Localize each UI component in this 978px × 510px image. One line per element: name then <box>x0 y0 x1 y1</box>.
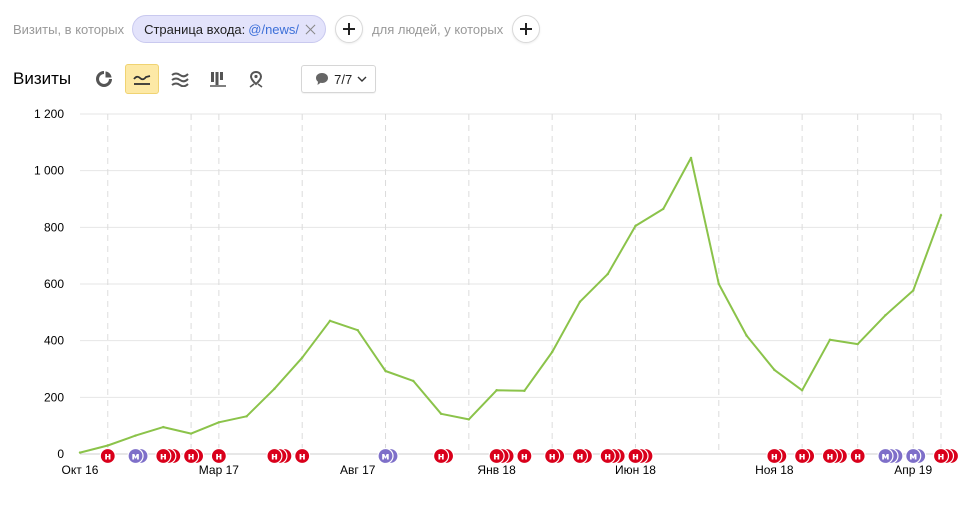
annotation-glyph: н <box>493 452 500 463</box>
y-tick-label: 1 200 <box>34 107 64 121</box>
chevron-down-icon <box>357 76 367 82</box>
add-user-condition-button[interactable] <box>512 15 541 43</box>
data-point <box>689 156 693 160</box>
data-point <box>189 432 193 435</box>
line-chart-button[interactable] <box>125 64 160 94</box>
data-point <box>273 387 276 391</box>
data-point <box>245 415 248 418</box>
pie-chart-icon <box>96 71 113 87</box>
close-icon[interactable] <box>305 24 316 35</box>
y-tick-label: 600 <box>44 277 64 291</box>
bar-chart-icon <box>210 72 227 87</box>
y-tick-label: 400 <box>44 334 64 348</box>
pie-chart-button[interactable] <box>87 64 121 94</box>
annotation-glyph: н <box>188 452 195 463</box>
y-tick-label: 800 <box>44 220 64 234</box>
stacked-area-icon <box>171 72 189 87</box>
filter-chip-value: @/news/ <box>248 21 300 37</box>
comment-icon <box>316 73 329 85</box>
filter-chip-label: Страница входа: <box>144 21 246 37</box>
annotation-glyph: н <box>604 452 611 463</box>
data-point <box>884 313 887 317</box>
add-visit-condition-button[interactable] <box>335 15 364 43</box>
annotation-glyph: н <box>854 452 861 463</box>
data-point <box>300 356 304 359</box>
x-tick-label: Авг 17 <box>340 463 376 477</box>
data-point <box>495 389 498 392</box>
data-point <box>717 282 721 286</box>
data-point <box>384 369 387 373</box>
annotation-glyph: н <box>104 452 111 463</box>
data-point <box>523 389 526 393</box>
data-point <box>856 342 859 346</box>
data-point <box>467 418 471 421</box>
x-tick-label: Мар 17 <box>199 463 239 477</box>
x-tick-label: Апр 19 <box>894 463 932 477</box>
y-tick-label: 0 <box>57 447 64 461</box>
annotation-glyph: н <box>299 452 306 463</box>
data-point <box>939 213 943 217</box>
data-point <box>662 207 665 211</box>
annotation-glyph: н <box>271 452 278 463</box>
chart-toolbar: Визиты 7/7 <box>13 64 377 94</box>
data-point <box>773 368 776 372</box>
data-point <box>745 334 748 337</box>
data-point <box>217 421 221 424</box>
annotation-glyph: н <box>826 452 833 463</box>
annotation-glyph: н <box>632 452 639 463</box>
annotation-glyph: н <box>799 452 806 463</box>
annotations-filter-dropdown[interactable]: 7/7 <box>301 65 377 93</box>
data-point <box>356 328 359 332</box>
map-button[interactable] <box>239 64 273 94</box>
data-point <box>912 289 915 292</box>
annotation-glyph: м <box>881 452 889 463</box>
series-line <box>79 156 942 454</box>
entry-page-filter-chip[interactable]: Страница входа: @/news/ <box>132 15 327 43</box>
data-point <box>134 434 137 437</box>
filter-prefix-text: Визиты, в которых <box>13 21 125 37</box>
x-tick-label: Янв 18 <box>477 463 516 477</box>
annotation-glyph: н <box>215 452 222 463</box>
data-point <box>106 444 109 447</box>
data-point <box>162 425 165 429</box>
bar-chart-button[interactable] <box>201 64 235 94</box>
y-tick-label: 1 000 <box>34 164 64 178</box>
data-point <box>828 338 832 342</box>
line-chart-icon <box>133 75 151 85</box>
annotation-glyph: м <box>131 452 139 463</box>
data-point <box>78 451 82 454</box>
data-point <box>439 412 443 415</box>
data-point <box>606 272 609 276</box>
annotation-glyph: н <box>438 452 445 463</box>
annotation-glyph: н <box>771 452 778 463</box>
filter-middle-text: для людей, у которых <box>372 21 504 37</box>
annotation-glyph: м <box>381 452 389 463</box>
annotation-glyph: н <box>521 452 528 463</box>
data-point <box>412 379 415 383</box>
x-tick-label: Ноя 18 <box>755 463 794 477</box>
annotation-glyph: н <box>549 452 556 463</box>
y-tick-label: 200 <box>44 390 64 404</box>
data-point <box>634 224 637 228</box>
data-point <box>578 300 582 304</box>
x-tick-label: Июн 18 <box>615 463 656 477</box>
annotation-glyph: н <box>938 452 945 463</box>
annotation-glyph: н <box>576 452 583 463</box>
annotation-glyph: м <box>909 452 917 463</box>
data-point <box>800 389 804 392</box>
map-pin-icon <box>249 70 263 88</box>
annotations-filter-value: 7/7 <box>334 71 353 87</box>
chart-title: Визиты <box>13 69 72 88</box>
stacked-area-button[interactable] <box>163 64 197 94</box>
visits-line-chart: 0 200 400 600 800 1 000 1 200 Окт 16 Мар 17 Авг 1… <box>34 107 960 477</box>
data-point <box>328 319 332 323</box>
data-point <box>550 350 554 354</box>
segment-filter-bar: Визиты, в которых Страница входа: @/news… <box>13 14 541 44</box>
annotation-glyph: н <box>160 452 167 463</box>
x-tick-label: Окт 16 <box>62 463 99 477</box>
